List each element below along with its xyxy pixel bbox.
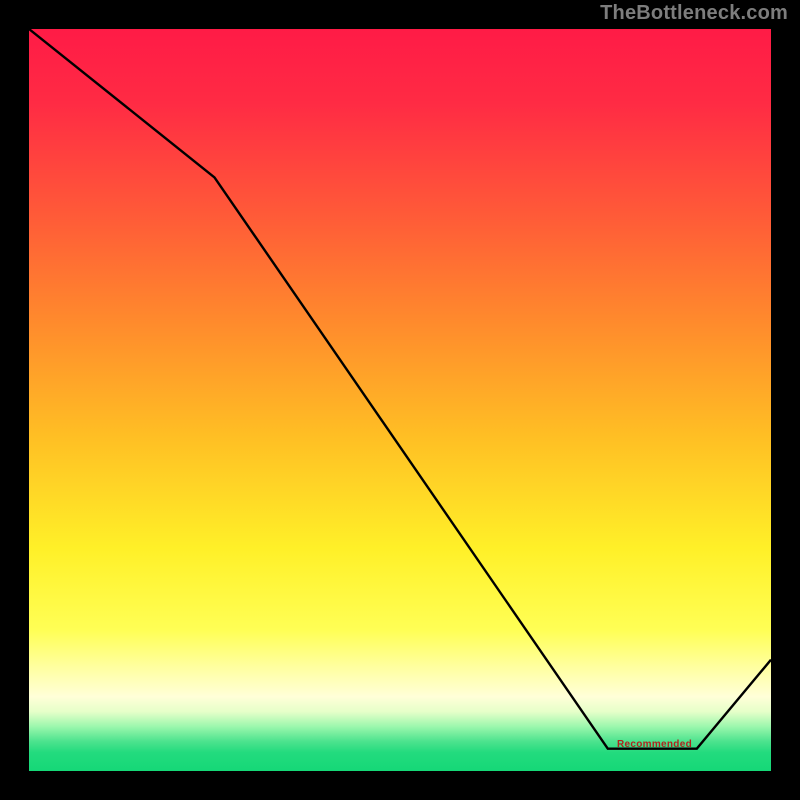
bottleneck-curve-line xyxy=(29,29,771,749)
chart-stage: TheBottleneck.com Recommended xyxy=(0,0,800,800)
recommended-label: Recommended xyxy=(617,739,692,750)
plot-svg xyxy=(29,29,771,771)
plot-area: Recommended xyxy=(29,29,771,771)
watermark-text: TheBottleneck.com xyxy=(600,2,788,25)
